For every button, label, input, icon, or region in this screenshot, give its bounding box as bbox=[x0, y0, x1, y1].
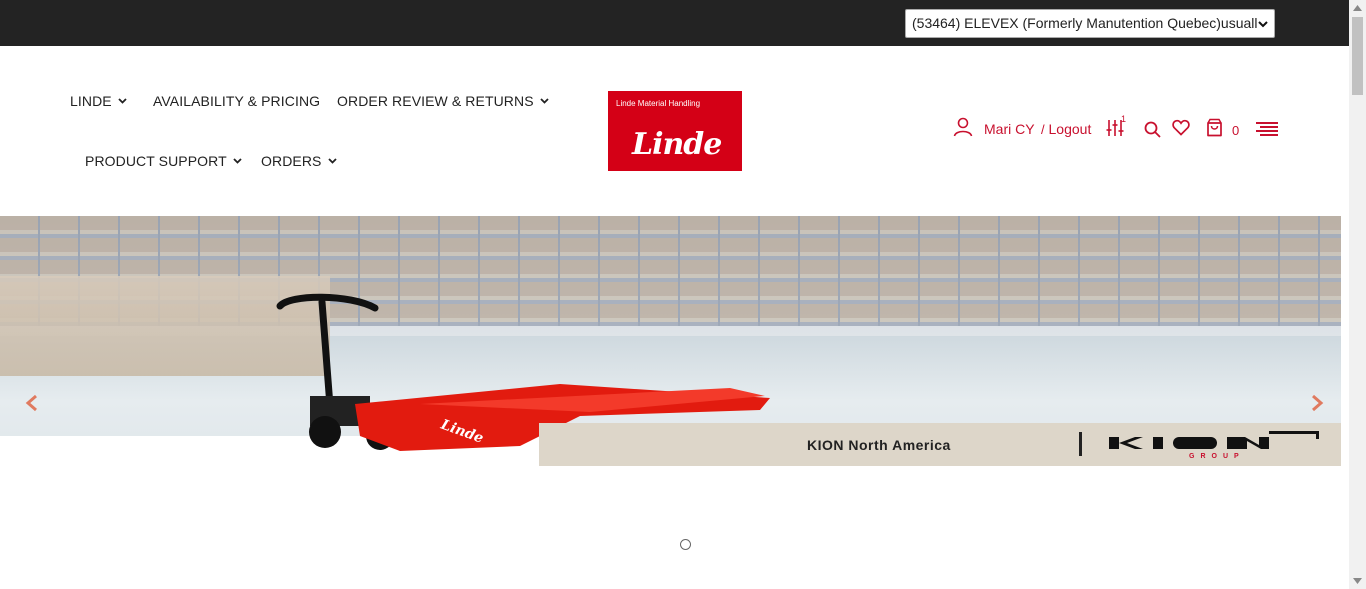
user-name[interactable]: Mari CY bbox=[984, 121, 1035, 137]
account-select[interactable]: (53464) ELEVEX (Formerly Manutention Que… bbox=[905, 9, 1275, 38]
nav-item-orders[interactable]: ORDERS bbox=[261, 153, 337, 169]
heart-icon[interactable] bbox=[1172, 119, 1190, 136]
chevron-down-icon bbox=[540, 98, 549, 104]
chevron-down-icon bbox=[118, 98, 127, 104]
hamburger-menu-icon[interactable] bbox=[1256, 121, 1278, 137]
top-bar: (53464) ELEVEX (Formerly Manutention Que… bbox=[0, 0, 1349, 46]
svg-text:GROUP: GROUP bbox=[1189, 453, 1245, 460]
kion-banner: KION North America GROUP bbox=[539, 423, 1341, 466]
page-scrollbar[interactable] bbox=[1349, 0, 1366, 589]
shopping-bag-icon[interactable] bbox=[1206, 118, 1223, 137]
nav-item-label: AVAILABILITY & PRICING bbox=[153, 93, 321, 109]
logout-separator: / bbox=[1041, 122, 1045, 137]
chevron-right-icon[interactable] bbox=[1310, 394, 1324, 412]
kion-banner-text: KION North America bbox=[807, 437, 951, 453]
scrollbar-thumb[interactable] bbox=[1352, 17, 1363, 95]
nav-item-label: PRODUCT SUPPORT bbox=[85, 153, 227, 169]
nav-item-product-support[interactable]: PRODUCT SUPPORT bbox=[85, 153, 242, 169]
carousel-dot[interactable] bbox=[680, 539, 691, 550]
chevron-left-icon[interactable] bbox=[25, 394, 39, 412]
cart-count-badge: 0 bbox=[1232, 123, 1240, 138]
user-icon[interactable] bbox=[953, 117, 973, 137]
search-icon[interactable] bbox=[1144, 121, 1161, 138]
linde-logo[interactable]: Linde Material Handling Linde bbox=[608, 91, 742, 171]
hero-carousel: Linde KION North America GROUP bbox=[0, 216, 1341, 466]
nav-item-order-review-returns[interactable]: ORDER REVIEW & RETURNS bbox=[337, 93, 549, 109]
nav-item-label: LINDE bbox=[70, 93, 112, 109]
account-select-value: (53464) ELEVEX (Formerly Manutention Que… bbox=[912, 15, 1258, 31]
logo-wordmark: Linde bbox=[632, 127, 722, 162]
banner-divider bbox=[1079, 432, 1082, 456]
nav-item-label: ORDER REVIEW & RETURNS bbox=[337, 93, 534, 109]
compare-count-badge: 1 bbox=[1121, 114, 1127, 124]
chevron-down-icon bbox=[327, 158, 337, 164]
logout-link[interactable]: / Logout bbox=[1041, 121, 1091, 137]
kion-group-logo: GROUP bbox=[1109, 431, 1319, 460]
nav-item-availability-pricing[interactable]: AVAILABILITY & PRICING bbox=[153, 93, 320, 109]
chevron-down-icon bbox=[1258, 21, 1268, 28]
scroll-up-icon[interactable] bbox=[1353, 5, 1362, 11]
scroll-down-icon[interactable] bbox=[1353, 578, 1362, 584]
nav-item-label: ORDERS bbox=[261, 153, 322, 169]
logout-label: Logout bbox=[1048, 121, 1092, 137]
logo-tagline: Linde Material Handling bbox=[616, 99, 701, 108]
nav-item-linde[interactable]: LINDE bbox=[70, 93, 127, 109]
chevron-down-icon bbox=[233, 158, 242, 164]
